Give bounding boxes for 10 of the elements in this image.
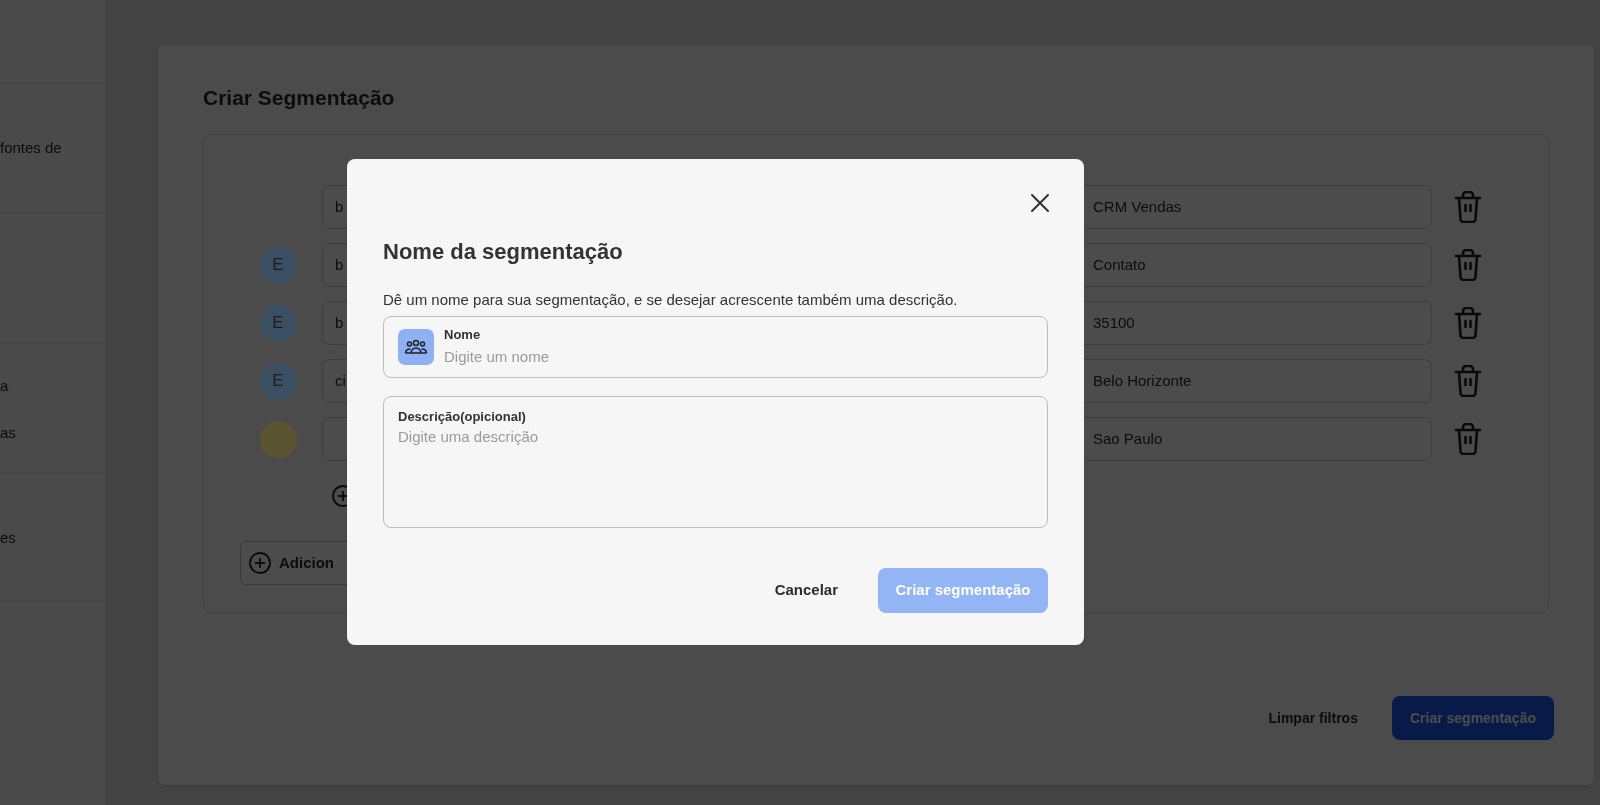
clear-filters-button[interactable]: Limpar filtros <box>1262 706 1364 730</box>
page-title: Criar Segmentação <box>203 85 396 111</box>
modal-title: Nome da segmentação <box>383 239 624 266</box>
description-input[interactable]: Digite uma descrição <box>398 426 1033 517</box>
name-field[interactable]: Nome Digite um nome <box>383 315 1048 378</box>
group-icon <box>398 328 434 365</box>
cancel-button[interactable]: Cancelar <box>768 578 844 603</box>
modal-description: Dê um nome para sua segmentação, e se desejar acrescente também uma descrição. <box>383 290 959 311</box>
description-field[interactable]: Descrição(opicional) Digite uma descrição <box>383 395 1048 528</box>
name-input[interactable]: Digite um nome <box>444 345 1004 369</box>
